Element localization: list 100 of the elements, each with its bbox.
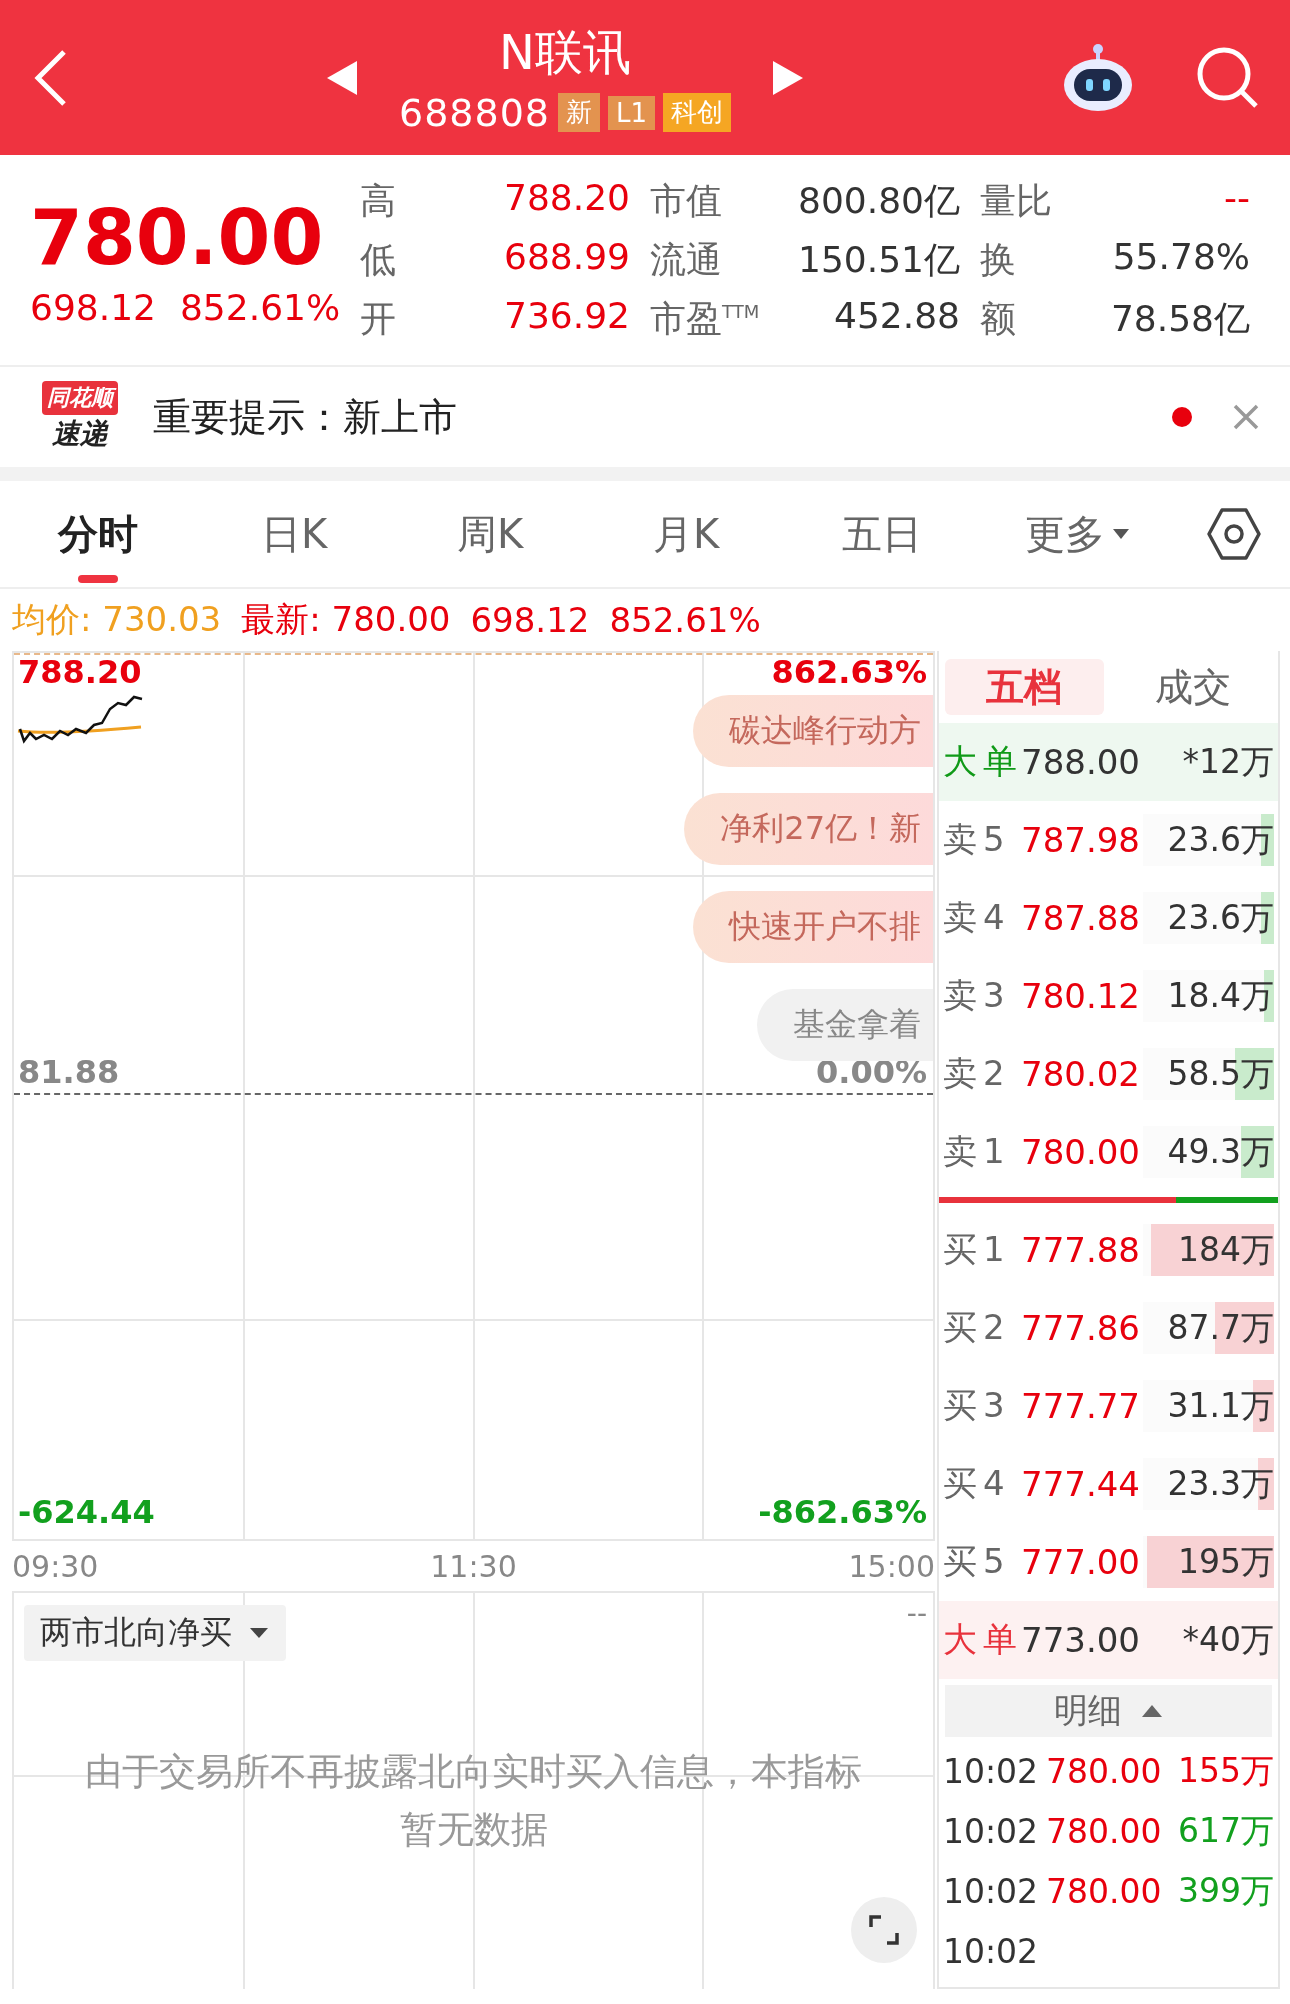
order-price: 777.88 [1021, 1230, 1141, 1270]
news-bubble[interactable]: 碳达峰行动方 [693, 695, 933, 767]
order-price: 777.44 [1021, 1464, 1141, 1504]
order-label: 买2 [943, 1306, 1012, 1349]
notice-text[interactable]: 重要提示：新上市 [153, 391, 1172, 443]
time-label: 15:00 [848, 1548, 935, 1584]
order-label: 卖5 [943, 818, 1012, 861]
order-price: 777.00 [1021, 1542, 1141, 1582]
chart-tab[interactable]: 日K [196, 481, 392, 587]
axis-label: -862.63% [758, 1493, 927, 1531]
indicator-dropdown[interactable]: 两市北向净买 [24, 1605, 286, 1661]
order-label: 买3 [943, 1384, 1012, 1427]
price-summary: 698.12 [470, 600, 590, 640]
stat-value: 736.92 [503, 294, 630, 338]
order-label: 卖3 [943, 974, 1012, 1017]
chart-tab[interactable]: 五日 [784, 481, 980, 587]
stat-label: 换 [980, 237, 1017, 282]
no-data-message: 暂无数据 [399, 1807, 548, 1853]
stat-label: 开 [360, 296, 396, 341]
order-volume: *40万 [1182, 1618, 1274, 1661]
order-label: 买5 [943, 1540, 1012, 1583]
stat-value: 55.78% [1111, 235, 1250, 279]
tab-indicator [78, 575, 118, 583]
time-label: 09:30 [12, 1548, 99, 1584]
chart-tab[interactable]: 月K [588, 481, 784, 587]
stat-value: 800.80亿 [797, 178, 960, 223]
stat-value: 788.20 [503, 176, 630, 220]
order-volume: 18.4万 [1167, 974, 1274, 1017]
price-summary: 均价: 730.03 [12, 598, 222, 641]
order-volume: 23.3万 [1167, 1462, 1274, 1505]
chart-tab[interactable]: 分时 [0, 481, 196, 587]
stat-label: 额 [980, 296, 1017, 341]
caret-icon [1111, 527, 1131, 541]
stat-label: 高 [360, 178, 396, 223]
order-label: 卖1 [943, 1130, 1012, 1173]
detail-toggle[interactable]: 明细 [945, 1685, 1272, 1737]
order-price: 777.86 [1021, 1308, 1141, 1348]
stock-code: 688808 [398, 90, 550, 135]
stat-value: 78.58亿 [1109, 296, 1250, 341]
up-triangle-icon [1139, 1703, 1164, 1719]
current-price: 780.00 [30, 191, 324, 284]
stat-label: 量比 [980, 178, 1052, 223]
logo-caption: 速递 [52, 416, 108, 452]
order-volume: *12万 [1182, 740, 1274, 783]
order-label: 大单 [943, 1618, 1021, 1661]
order-price: 780.12 [1021, 976, 1141, 1016]
time-label: 11:30 [430, 1548, 517, 1584]
trade-time: 10:02 [943, 1751, 1039, 1791]
close-icon[interactable] [1232, 403, 1260, 431]
panel-tab[interactable]: 五档 [945, 659, 1104, 715]
order-volume: 195万 [1178, 1540, 1274, 1583]
trade-price: 780.00 [1046, 1871, 1162, 1911]
percent-change: 852.61% [179, 287, 341, 329]
order-price: 780.02 [1021, 1054, 1141, 1094]
axis-label: -624.44 [18, 1493, 155, 1531]
settings-icon[interactable] [1206, 506, 1262, 562]
order-price: 773.00 [1021, 1620, 1141, 1660]
news-bubble[interactable]: 快速开户不排 [693, 891, 933, 963]
order-volume: 87.7万 [1167, 1306, 1274, 1349]
news-bubble[interactable]: 净利27亿！新 [684, 793, 933, 865]
order-volume: 184万 [1178, 1228, 1274, 1271]
axis-label: 81.88 [18, 1053, 120, 1091]
stat-value: 150.51亿 [797, 237, 960, 282]
no-data-message: 由于交易所不再披露北向实时买入信息，本指标 [85, 1749, 862, 1795]
price-summary: 852.61% [609, 600, 761, 640]
order-label: 卖4 [943, 896, 1012, 939]
caret-icon [248, 1626, 270, 1640]
news-bubble[interactable]: 基金拿着 [757, 989, 933, 1061]
tag: 科创 [663, 93, 732, 132]
order-label: 买1 [943, 1228, 1012, 1271]
order-volume: 31.1万 [1167, 1384, 1274, 1427]
trade-price: 780.00 [1046, 1751, 1162, 1791]
stat-label: 低 [360, 237, 396, 282]
order-price: 780.00 [1021, 1132, 1141, 1172]
tag: L1 [608, 95, 656, 130]
order-price: 787.88 [1021, 898, 1141, 938]
stock-name: N联讯 [499, 22, 631, 82]
order-volume: 58.5万 [1167, 1052, 1274, 1095]
order-label: 买4 [943, 1462, 1012, 1505]
stat-value: 688.99 [503, 235, 630, 279]
axis-label: 862.63% [771, 653, 927, 691]
trade-time: 10:02 [943, 1871, 1039, 1911]
trade-time: 10:02 [943, 1811, 1039, 1851]
order-volume: 23.6万 [1167, 818, 1274, 861]
stat-value: -- [1223, 176, 1250, 220]
chart-tab[interactable]: 更多 [980, 481, 1176, 587]
price-change: 698.12 [30, 287, 156, 329]
tag: 新 [558, 93, 600, 132]
search-icon[interactable] [1196, 45, 1260, 110]
price-summary: 最新: 780.00 [241, 598, 451, 641]
order-label: 卖2 [943, 1052, 1012, 1095]
order-price: 787.98 [1021, 820, 1141, 860]
trade-volume: 617万 [1178, 1809, 1274, 1852]
order-price: 788.00 [1021, 742, 1141, 782]
stat-label: 市盈$^{TTM}$ [650, 296, 760, 341]
stat-value: 452.88 [833, 294, 960, 338]
order-price: 777.77 [1021, 1386, 1141, 1426]
order-volume: 49.3万 [1167, 1130, 1274, 1173]
panel-tab[interactable]: 成交 [1113, 659, 1272, 715]
chart-tab[interactable]: 周K [392, 481, 588, 587]
